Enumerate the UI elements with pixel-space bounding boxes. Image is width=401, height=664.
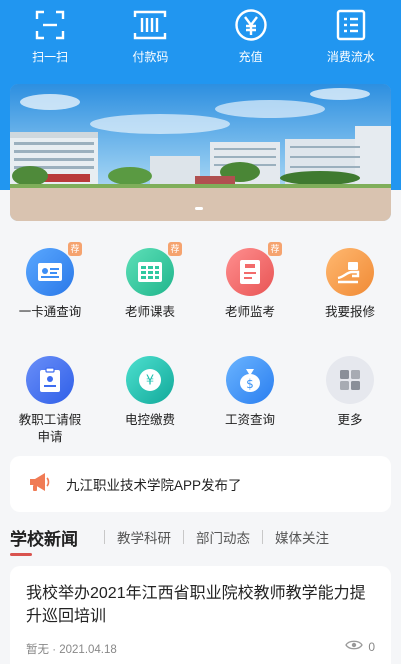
banner-page-indicator[interactable]	[195, 207, 203, 210]
service-repair[interactable]: 我要报修	[300, 238, 400, 346]
views-count: 0	[368, 639, 375, 654]
service-teacher-schedule[interactable]: 荐 老师课表	[100, 238, 200, 346]
service-card-query[interactable]: 荐 一卡通查询	[0, 238, 100, 346]
repair-icon	[326, 248, 374, 296]
id-card-icon: 荐	[26, 242, 82, 296]
list-icon	[334, 8, 368, 42]
schedule-icon: 荐	[126, 242, 182, 296]
tab-department-news[interactable]: 部门动态	[196, 527, 250, 547]
news-meta: 暂无 · 2021.04.18	[26, 641, 117, 657]
megaphone-icon	[28, 471, 52, 498]
tab-teaching-research[interactable]: 教学科研	[117, 527, 171, 547]
service-label: 工资查询	[224, 413, 275, 427]
transactions-button[interactable]: 消费流水	[301, 0, 401, 78]
recharge-button[interactable]: 充值	[201, 0, 301, 78]
news-tabs: 学校新闻 教学科研 部门动态 媒体关注	[10, 522, 391, 556]
announcement-bar[interactable]: 九江职业技术学院APP发布了	[10, 456, 391, 512]
news-views: 0	[345, 639, 375, 654]
service-electric-payment[interactable]: ¥ 电控缴费	[100, 346, 200, 454]
announcement-text: 九江职业技术学院APP发布了	[66, 478, 242, 493]
service-label: 老师课表	[124, 305, 175, 319]
barcode-icon	[133, 8, 167, 42]
payment-code-label: 付款码	[132, 50, 169, 64]
service-leave-request[interactable]: 教职工请假申请	[0, 346, 100, 454]
svg-text:¥: ¥	[146, 374, 154, 389]
service-label: 一卡通查询	[18, 305, 82, 319]
scan-icon	[33, 8, 67, 42]
service-grid: 荐 一卡通查询 荐 老师课表 荐 老师监考 我要报修 教职工请假申请 ¥ 电控缴…	[0, 238, 401, 454]
tab-divider	[104, 530, 105, 544]
recommend-badge: 荐	[68, 242, 82, 256]
recommend-badge: 荐	[268, 242, 282, 256]
campus-photo	[10, 84, 391, 221]
tab-school-news[interactable]: 学校新闻	[10, 525, 92, 556]
service-label: 电控缴费	[124, 413, 175, 427]
more-icon	[326, 356, 374, 404]
scan-label: 扫一扫	[32, 50, 69, 64]
service-label: 更多	[337, 413, 363, 427]
campus-banner[interactable]	[10, 84, 391, 221]
service-more[interactable]: 更多	[300, 346, 400, 454]
scan-button[interactable]: 扫一扫	[0, 0, 100, 78]
transactions-label: 消费流水	[326, 50, 375, 64]
news-card[interactable]: 我校举办2021年江西省职业院校教师教学能力提升巡回培训 暂无 · 2021.0…	[10, 566, 391, 664]
salary-icon: $	[226, 356, 274, 404]
svg-text:$: $	[246, 377, 254, 391]
eye-icon	[345, 639, 364, 654]
news-author: 暂无	[26, 644, 49, 656]
yuan-circle-icon	[234, 8, 268, 42]
service-label: 教职工请假申请	[18, 413, 82, 444]
service-label: 老师监考	[224, 305, 275, 319]
service-label: 我要报修	[324, 305, 375, 319]
service-salary-query[interactable]: $ 工资查询	[200, 346, 300, 454]
tab-media-coverage[interactable]: 媒体关注	[275, 527, 329, 547]
payment-code-button[interactable]: 付款码	[100, 0, 200, 78]
exam-icon: 荐	[226, 242, 282, 296]
leave-request-icon	[26, 356, 74, 404]
service-teacher-invigilation[interactable]: 荐 老师监考	[200, 238, 300, 346]
electric-payment-icon: ¥	[126, 356, 174, 404]
news-date: 2021.04.18	[59, 644, 117, 656]
tab-divider	[183, 530, 184, 544]
quick-actions-bar: 扫一扫 付款码 充值 消费流水	[0, 0, 401, 78]
recommend-badge: 荐	[168, 242, 182, 256]
news-title: 我校举办2021年江西省职业院校教师教学能力提升巡回培训	[26, 585, 366, 625]
recharge-label: 充值	[238, 50, 263, 64]
tab-divider	[262, 530, 263, 544]
